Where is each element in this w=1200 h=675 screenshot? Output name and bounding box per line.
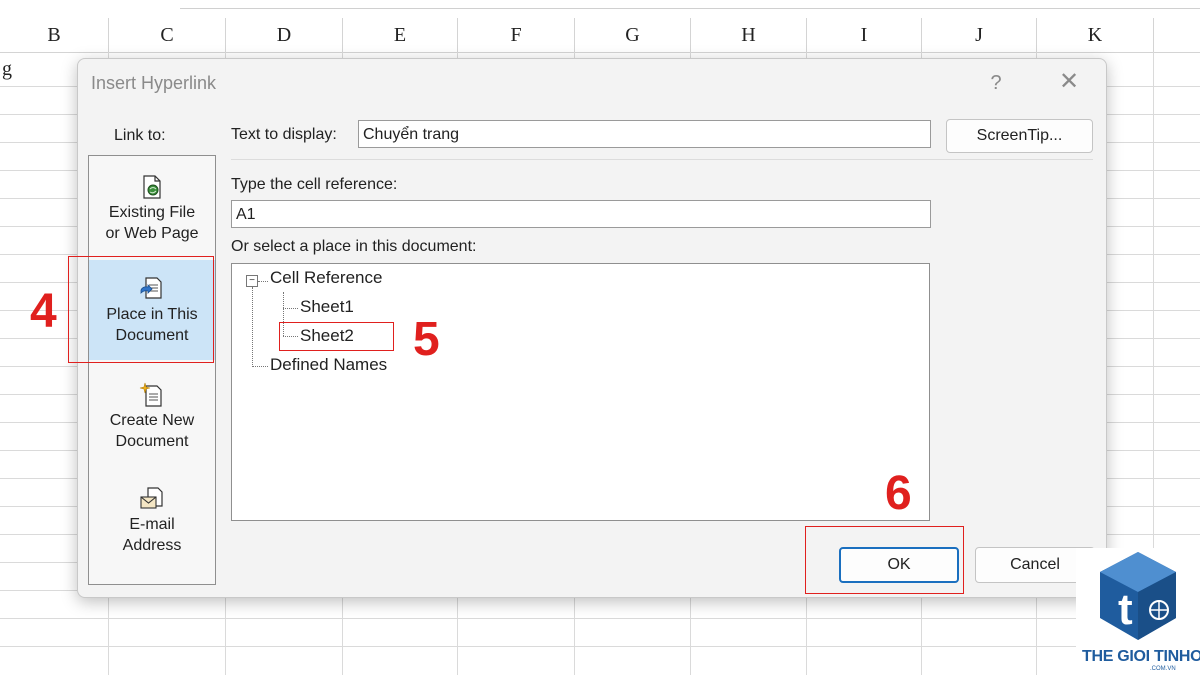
- text-to-display-label: Text to display:: [231, 126, 337, 143]
- column-header-d[interactable]: D: [226, 18, 343, 52]
- column-header-f[interactable]: F: [458, 18, 575, 52]
- logo-wordmark: THE GIOI TINHOC: [1082, 648, 1200, 665]
- logo-domain: .COM.VN: [1150, 666, 1176, 672]
- column-header-row: B C D E F G H I J K: [0, 18, 1200, 53]
- column-header-g[interactable]: G: [575, 18, 691, 52]
- cell-reference-label: Type the cell reference:: [231, 176, 398, 193]
- document-place-tree[interactable]: − Cell Reference Sheet1 Sheet2 Defined N…: [231, 263, 930, 521]
- grid-line: [0, 618, 1200, 619]
- column-header-k[interactable]: K: [1037, 18, 1154, 52]
- annotation-box-step4: [68, 256, 214, 363]
- column-header-j[interactable]: J: [922, 18, 1037, 52]
- tree-connector: [252, 366, 268, 367]
- column-header-h[interactable]: H: [691, 18, 807, 52]
- tree-connector: [283, 308, 298, 309]
- logo-cube-icon: t: [1100, 552, 1176, 640]
- help-button[interactable]: ?: [984, 69, 1008, 97]
- dialog-title: Insert Hyperlink: [91, 73, 217, 93]
- create-new-document-icon: [139, 382, 162, 407]
- link-to-email-line2: Address: [122, 537, 182, 554]
- column-header-e[interactable]: E: [343, 18, 458, 52]
- svg-text:t: t: [1118, 585, 1133, 634]
- tree-connector: [252, 287, 253, 367]
- close-button[interactable]: ✕: [1054, 67, 1084, 97]
- tree-connector: [258, 281, 268, 282]
- link-to-email-address[interactable]: E-mail Address: [89, 486, 215, 558]
- link-to-existing-file-line1: Existing File: [108, 204, 196, 221]
- column-header-b[interactable]: B: [0, 18, 109, 52]
- cell-text-fragment: g: [2, 58, 12, 80]
- close-icon: ✕: [1058, 68, 1080, 95]
- email-address-icon: [140, 487, 163, 509]
- screentip-button[interactable]: ScreenTip...: [946, 119, 1093, 153]
- insert-hyperlink-dialog: Insert Hyperlink ? ✕ Link to: Existing F…: [77, 58, 1107, 598]
- tree-expander[interactable]: −: [246, 275, 258, 287]
- link-to-label: Link to:: [114, 127, 166, 144]
- annotation-box-step6: [805, 526, 964, 594]
- annotation-step6: 6: [885, 467, 912, 520]
- tree-node-sheet1[interactable]: Sheet1: [300, 297, 354, 317]
- tree-node-cell-reference[interactable]: Cell Reference: [270, 268, 382, 288]
- place-in-document-label: Or select a place in this document:: [231, 238, 477, 255]
- link-to-create-new-line2: Document: [115, 433, 189, 450]
- column-header-c[interactable]: C: [109, 18, 226, 52]
- grid-line: [0, 646, 1200, 647]
- link-to-email-line1: E-mail: [129, 516, 175, 533]
- tree-node-defined-names[interactable]: Defined Names: [270, 355, 387, 375]
- annotation-box-step5: [279, 322, 394, 351]
- annotation-step5: 5: [413, 313, 440, 366]
- annotation-step4: 4: [30, 285, 57, 338]
- text-to-display-input[interactable]: Chuyển trang: [358, 120, 931, 148]
- link-to-existing-file[interactable]: Existing File or Web Page: [89, 174, 215, 246]
- column-header-i[interactable]: I: [807, 18, 922, 52]
- brand-logo: t THE GIOI TINHOC .COM.VN: [1076, 548, 1200, 675]
- link-to-create-new-line1: Create New: [109, 412, 195, 429]
- existing-file-icon: [143, 175, 161, 199]
- link-to-existing-file-line2: or Web Page: [105, 225, 199, 242]
- cell-reference-input[interactable]: A1: [231, 200, 931, 228]
- formula-bar-edge: [180, 0, 1200, 9]
- link-to-create-new-document[interactable]: Create New Document: [89, 382, 215, 454]
- divider: [231, 159, 1093, 160]
- link-to-panel: Existing File or Web Page Place in This …: [88, 155, 216, 585]
